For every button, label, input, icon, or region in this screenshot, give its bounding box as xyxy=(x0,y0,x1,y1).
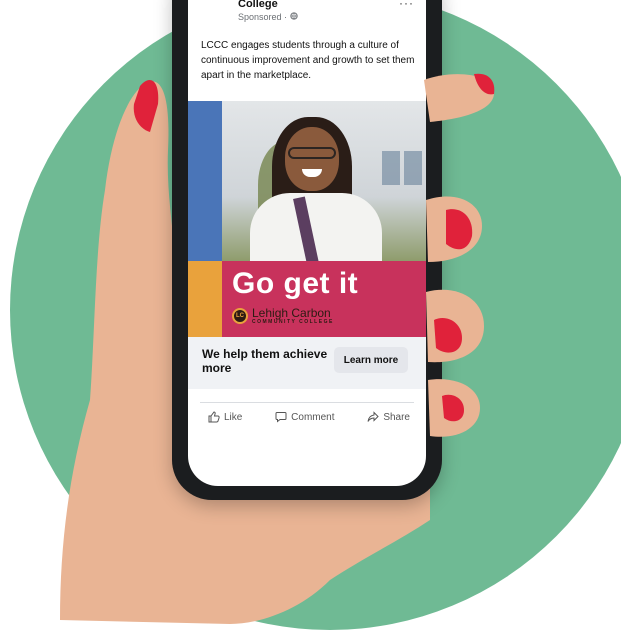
fingers xyxy=(424,73,495,437)
